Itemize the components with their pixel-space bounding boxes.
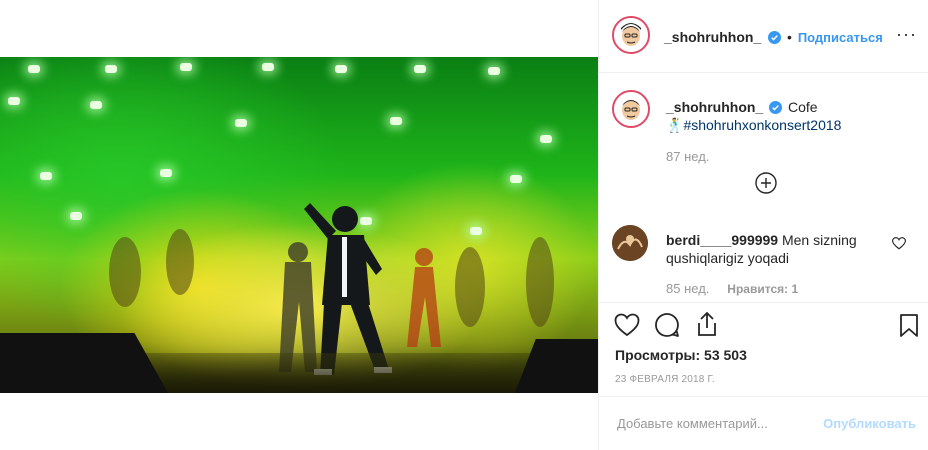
divider: [599, 396, 928, 397]
publish-button[interactable]: Опубликовать: [823, 416, 916, 431]
comment-avatar[interactable]: [612, 225, 648, 261]
comment-bubble-icon[interactable]: [654, 312, 680, 338]
caption-block: _shohruhhon_ Cofe 🕺#shohruhxonkonsert201…: [666, 98, 916, 134]
comment-text: Men sizning: [781, 232, 857, 248]
header-user-row: _shohruhhon_ • Подписаться: [664, 29, 883, 45]
comment-likes-count[interactable]: Нравится: 1: [727, 282, 798, 296]
follow-button[interactable]: Подписаться: [798, 30, 883, 45]
post-media: [0, 0, 598, 450]
post-header: _shohruhhon_ • Подписаться ···: [599, 0, 928, 73]
verified-badge-icon: [768, 31, 782, 44]
comment-body: berdi____999999 Men sizning qushiqlarigi…: [666, 231, 886, 267]
views-count[interactable]: Просмотры: 53 503: [615, 347, 747, 363]
avatar-photo-icon: [612, 225, 648, 261]
like-heart-icon[interactable]: [614, 313, 640, 337]
divider: [599, 302, 928, 303]
avatar-cartoon-icon: [614, 18, 648, 52]
load-more-comments-icon[interactable]: [754, 171, 778, 195]
caption-text: Cofe: [788, 99, 818, 115]
dancer-emoji-icon: 🕺: [666, 117, 684, 133]
caption-username[interactable]: _shohruhhon_: [666, 99, 763, 115]
more-options-icon[interactable]: ···: [896, 24, 917, 45]
post-date[interactable]: 23 ФЕВРАЛЯ 2018 Г.: [615, 374, 715, 385]
caption-hashtag-link[interactable]: #shohruhxonkonsert2018: [683, 117, 841, 133]
comment-like-heart-icon[interactable]: [892, 237, 906, 250]
comment-timestamp[interactable]: 85 нед.: [666, 281, 709, 296]
comment-meta: 85 нед. Нравится: 1: [666, 280, 798, 296]
header-username[interactable]: _shohruhhon_: [664, 29, 761, 45]
comment-text-continued: qushiqlarigiz yoqadi: [666, 250, 789, 266]
bookmark-icon[interactable]: [899, 313, 919, 338]
avatar-cartoon-icon: [614, 92, 648, 126]
share-icon[interactable]: [696, 311, 718, 337]
caption-avatar[interactable]: [612, 90, 650, 128]
avatar[interactable]: [612, 16, 650, 54]
caption-timestamp[interactable]: 87 нед.: [666, 149, 709, 164]
verified-badge-icon: [769, 101, 783, 114]
post-side-panel: _shohruhhon_ • Подписаться ··· _shohruhh…: [598, 0, 928, 450]
comment-input[interactable]: Добавьте комментарий...: [617, 416, 768, 431]
comment-username[interactable]: berdi____999999: [666, 232, 778, 248]
concert-video[interactable]: [0, 57, 598, 393]
